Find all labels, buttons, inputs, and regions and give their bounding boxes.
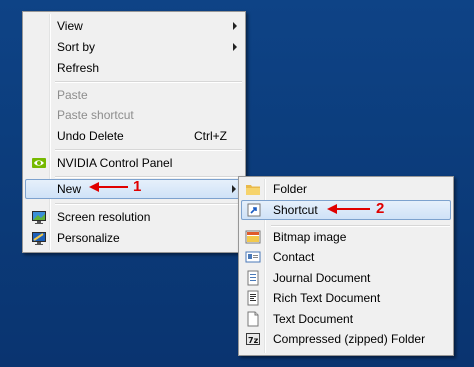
monitor-icon — [31, 209, 47, 225]
annotation-arrow-2 — [327, 204, 370, 214]
shortcut-icon — [246, 202, 262, 218]
menu-item-label: Screen resolution — [57, 210, 151, 224]
menu-item-paste[interactable]: Paste — [25, 85, 243, 105]
menu-item-label: Journal Document — [273, 271, 371, 285]
rich-text-icon — [245, 290, 261, 306]
nvidia-icon — [31, 155, 47, 171]
contact-icon — [245, 249, 261, 265]
menu-item-label: Folder — [273, 182, 308, 196]
submenu-item-journal-document[interactable]: Journal Document — [241, 268, 451, 288]
menu-item-personalize[interactable]: Personalize — [25, 228, 243, 248]
annotation-step-2: 2 — [376, 200, 385, 217]
menu-item-label: Undo Delete — [57, 129, 124, 143]
submenu-item-compressed-folder[interactable]: 7z Compressed (zipped) Folder — [241, 329, 451, 349]
menu-separator — [55, 81, 242, 83]
menu-item-label: Rich Text Document — [273, 291, 381, 305]
svg-text:7z: 7z — [248, 336, 259, 345]
menu-item-label: Personalize — [57, 231, 120, 245]
menu-item-refresh[interactable]: Refresh — [25, 58, 243, 78]
annotation-step-1: 1 — [133, 178, 142, 195]
menu-item-label: Refresh — [57, 61, 100, 75]
menu-item-screen-resolution[interactable]: Screen resolution — [25, 207, 243, 227]
menu-item-label: Compressed (zipped) Folder — [273, 332, 426, 346]
menu-item-sort-by[interactable]: Sort by — [25, 37, 243, 57]
submenu-item-text-document[interactable]: Text Document — [241, 309, 451, 329]
menu-item-view[interactable]: View — [25, 16, 243, 36]
menu-item-label: View — [57, 19, 83, 33]
text-document-icon — [245, 311, 261, 327]
zip-folder-icon: 7z — [245, 331, 261, 347]
menu-item-shortcut: Ctrl+Z — [194, 129, 227, 143]
annotation-arrow-1 — [89, 182, 128, 192]
personalize-icon — [31, 230, 47, 246]
submenu-arrow-icon — [233, 22, 237, 30]
desktop-context-menu: View Sort by Refresh Paste Paste shortcu… — [22, 11, 246, 253]
submenu-item-bitmap-image[interactable]: Bitmap image — [241, 227, 451, 247]
menu-item-label: Paste — [57, 88, 88, 102]
menu-item-label: Sort by — [57, 40, 96, 54]
menu-item-label: Contact — [273, 250, 315, 264]
menu-item-label: Shortcut — [273, 203, 318, 217]
menu-item-nvidia-control-panel[interactable]: NVIDIA Control Panel — [25, 153, 243, 173]
journal-icon — [245, 270, 261, 286]
submenu-arrow-icon — [232, 185, 236, 193]
submenu-item-rich-text-document[interactable]: Rich Text Document — [241, 288, 451, 308]
menu-separator — [55, 176, 242, 178]
menu-item-label: NVIDIA Control Panel — [57, 156, 173, 170]
menu-item-undo-delete[interactable]: Undo Delete Ctrl+Z — [25, 126, 243, 146]
submenu-arrow-icon — [233, 43, 237, 51]
menu-item-label: Bitmap image — [273, 230, 347, 244]
menu-separator — [55, 149, 242, 151]
submenu-item-folder[interactable]: Folder — [241, 179, 451, 199]
menu-item-label: Text Document — [273, 312, 354, 326]
menu-item-label: Paste shortcut — [57, 108, 134, 122]
submenu-item-contact[interactable]: Contact — [241, 247, 451, 267]
menu-item-paste-shortcut[interactable]: Paste shortcut — [25, 105, 243, 125]
folder-icon — [245, 181, 261, 197]
menu-item-label: New — [57, 182, 82, 196]
bitmap-icon — [245, 229, 261, 245]
menu-separator — [55, 203, 242, 205]
